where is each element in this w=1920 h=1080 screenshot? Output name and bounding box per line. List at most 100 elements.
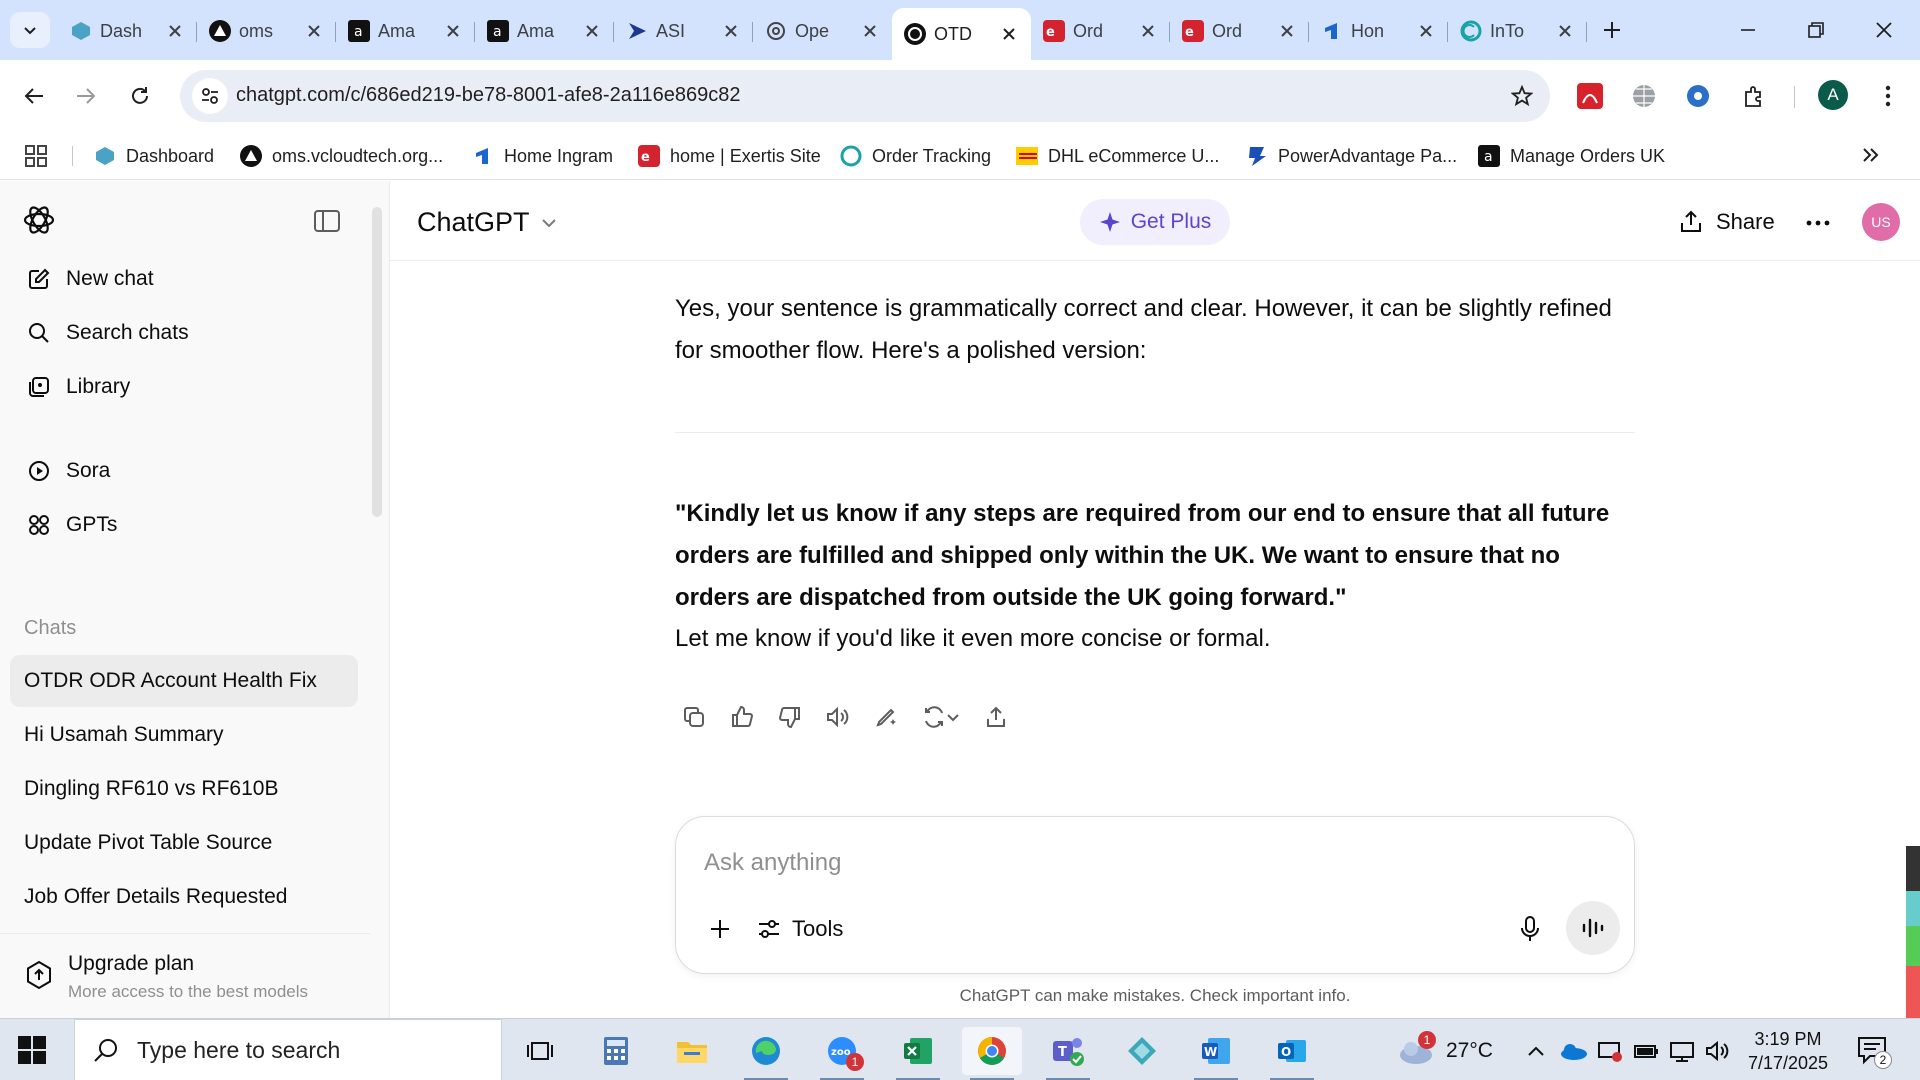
close-icon[interactable] — [999, 24, 1019, 44]
url-text[interactable]: chatgpt.com/c/686ed219-be78-8001-afe8-2a… — [236, 84, 740, 107]
bookmark-item[interactable]: DHL eCommerce U... — [1016, 140, 1219, 172]
chat-history-item[interactable]: Hi Usamah Summary — [10, 709, 358, 761]
close-icon[interactable] — [860, 21, 880, 41]
notification-center-button[interactable]: 2 — [1856, 1033, 1892, 1069]
upgrade-plan-button[interactable]: Upgrade plan More access to the best mod… — [0, 933, 370, 1018]
dictate-button[interactable] — [1510, 909, 1550, 949]
tools-button[interactable]: Tools — [756, 909, 843, 949]
minimize-button[interactable] — [1714, 0, 1782, 60]
bookmark-item[interactable]: PowerAdvantage Pa... — [1246, 140, 1457, 172]
extensions-button[interactable] — [1736, 78, 1772, 114]
taskbar-search[interactable] — [74, 1019, 502, 1080]
profile-avatar[interactable]: A — [1818, 80, 1848, 110]
remote-app[interactable] — [1112, 1027, 1172, 1075]
weather-widget[interactable]: 1 27°C — [1396, 1031, 1493, 1071]
prompt-input[interactable] — [704, 843, 1584, 883]
read-aloud-button[interactable] — [816, 695, 860, 739]
apps-grid-icon[interactable] — [24, 144, 48, 168]
attach-button[interactable] — [700, 909, 740, 949]
sidebar-scrollbar[interactable] — [372, 207, 382, 517]
onedrive-tray[interactable] — [1560, 1037, 1588, 1065]
bookmark-item[interactable]: Dashboard — [94, 140, 214, 172]
browser-tab[interactable]: a Ama — [475, 8, 614, 54]
pdf-extension-button[interactable] — [1572, 78, 1608, 114]
browser-tab[interactable]: oms — [197, 8, 336, 54]
chat-history-item[interactable]: Update Pivot Table Source — [10, 817, 358, 869]
browser-tab[interactable]: e Ord — [1031, 8, 1170, 54]
bookmark-item[interactable]: Order Tracking — [840, 140, 991, 172]
user-avatar[interactable]: US — [1862, 203, 1900, 241]
new-chat-button[interactable]: New chat — [10, 257, 356, 301]
teams-app[interactable]: T — [1038, 1027, 1098, 1080]
more-options-button[interactable] — [1800, 205, 1836, 241]
file-explorer-app[interactable] — [662, 1027, 722, 1075]
close-icon[interactable] — [1555, 21, 1575, 41]
share-message-button[interactable] — [974, 695, 1018, 739]
edit-canvas-button[interactable] — [864, 695, 908, 739]
restore-button[interactable] — [1782, 0, 1850, 60]
bookmark-item[interactable]: oms.vcloudtech.org... — [240, 140, 443, 172]
close-icon[interactable] — [721, 21, 741, 41]
browser-tab-active[interactable]: OTD — [892, 8, 1031, 60]
excel-app[interactable] — [888, 1027, 948, 1080]
close-icon[interactable] — [1416, 21, 1436, 41]
translate-extension-button[interactable] — [1626, 78, 1662, 114]
sidebar-toggle-icon[interactable] — [312, 207, 342, 235]
chat-history-item[interactable]: Job Offer Details Requested — [10, 871, 358, 923]
tab-search-button[interactable] — [10, 12, 50, 48]
voice-mode-button[interactable] — [1566, 901, 1620, 955]
get-plus-button[interactable]: Get Plus — [1080, 199, 1230, 245]
search-chats-button[interactable]: Search chats — [10, 311, 356, 355]
browser-tab[interactable]: e Ord — [1170, 8, 1309, 54]
bookmark-star-button[interactable] — [1506, 80, 1538, 112]
thumbs-up-button[interactable] — [720, 695, 764, 739]
chrome-app[interactable] — [962, 1027, 1022, 1080]
helper-extension-button[interactable] — [1680, 78, 1716, 114]
calculator-app[interactable] — [586, 1027, 646, 1075]
chat-history-item[interactable]: OTDR ODR Account Health Fix — [10, 655, 358, 707]
forward-button[interactable] — [66, 76, 106, 116]
back-button[interactable] — [14, 76, 54, 116]
show-hidden-icons-button[interactable] — [1522, 1037, 1550, 1065]
outlook-app[interactable]: O — [1262, 1027, 1322, 1080]
browser-tab[interactable]: ASI — [614, 8, 753, 54]
bookmark-item[interactable]: a Manage Orders UK — [1478, 140, 1665, 172]
task-view-button[interactable] — [510, 1027, 570, 1075]
thumbs-down-button[interactable] — [768, 695, 812, 739]
browser-tab[interactable]: InTo — [1448, 8, 1587, 54]
new-tab-button[interactable] — [1594, 14, 1630, 46]
share-button[interactable]: Share — [1678, 203, 1775, 241]
sora-button[interactable]: Sora — [10, 449, 356, 493]
regenerate-button[interactable] — [912, 695, 970, 739]
model-selector[interactable]: ChatGPT — [417, 207, 558, 238]
close-icon[interactable] — [1277, 21, 1297, 41]
bookmark-item[interactable]: e home | Exertis Site — [638, 140, 821, 172]
network-tray[interactable] — [1668, 1037, 1696, 1065]
address-bar[interactable]: chatgpt.com/c/686ed219-be78-8001-afe8-2a… — [180, 70, 1550, 122]
browser-tab[interactable]: Hon — [1309, 8, 1448, 54]
volume-tray[interactable] — [1704, 1037, 1732, 1065]
taskbar-clock[interactable]: 3:19 PM 7/17/2025 — [1740, 1027, 1836, 1075]
taskbar-search-input[interactable] — [137, 1036, 477, 1064]
chevron-double-right-icon[interactable] — [1860, 144, 1882, 166]
openai-logo-icon[interactable] — [22, 203, 56, 237]
close-icon[interactable] — [443, 21, 463, 41]
edge-app[interactable] — [736, 1027, 796, 1080]
browser-tab[interactable]: Dash — [58, 8, 197, 54]
site-info-button[interactable] — [192, 78, 228, 114]
close-icon[interactable] — [304, 21, 324, 41]
word-app[interactable]: W — [1186, 1027, 1246, 1080]
windows-start-icon[interactable] — [18, 1036, 46, 1064]
chat-history-item[interactable]: Dingling RF610 vs RF610B — [10, 763, 358, 815]
bookmark-item[interactable]: Home Ingram — [472, 140, 613, 172]
close-icon[interactable] — [582, 21, 602, 41]
page-scrollbar[interactable] — [1906, 846, 1920, 1018]
close-icon[interactable] — [165, 21, 185, 41]
browser-tab[interactable]: Ope — [753, 8, 892, 54]
battery-tray[interactable] — [1632, 1037, 1660, 1065]
reload-button[interactable] — [120, 76, 160, 116]
close-icon[interactable] — [1138, 21, 1158, 41]
library-button[interactable]: Library — [10, 365, 356, 409]
browser-menu-button[interactable] — [1870, 78, 1906, 114]
zoom-app[interactable]: zoo 1 — [812, 1027, 872, 1080]
